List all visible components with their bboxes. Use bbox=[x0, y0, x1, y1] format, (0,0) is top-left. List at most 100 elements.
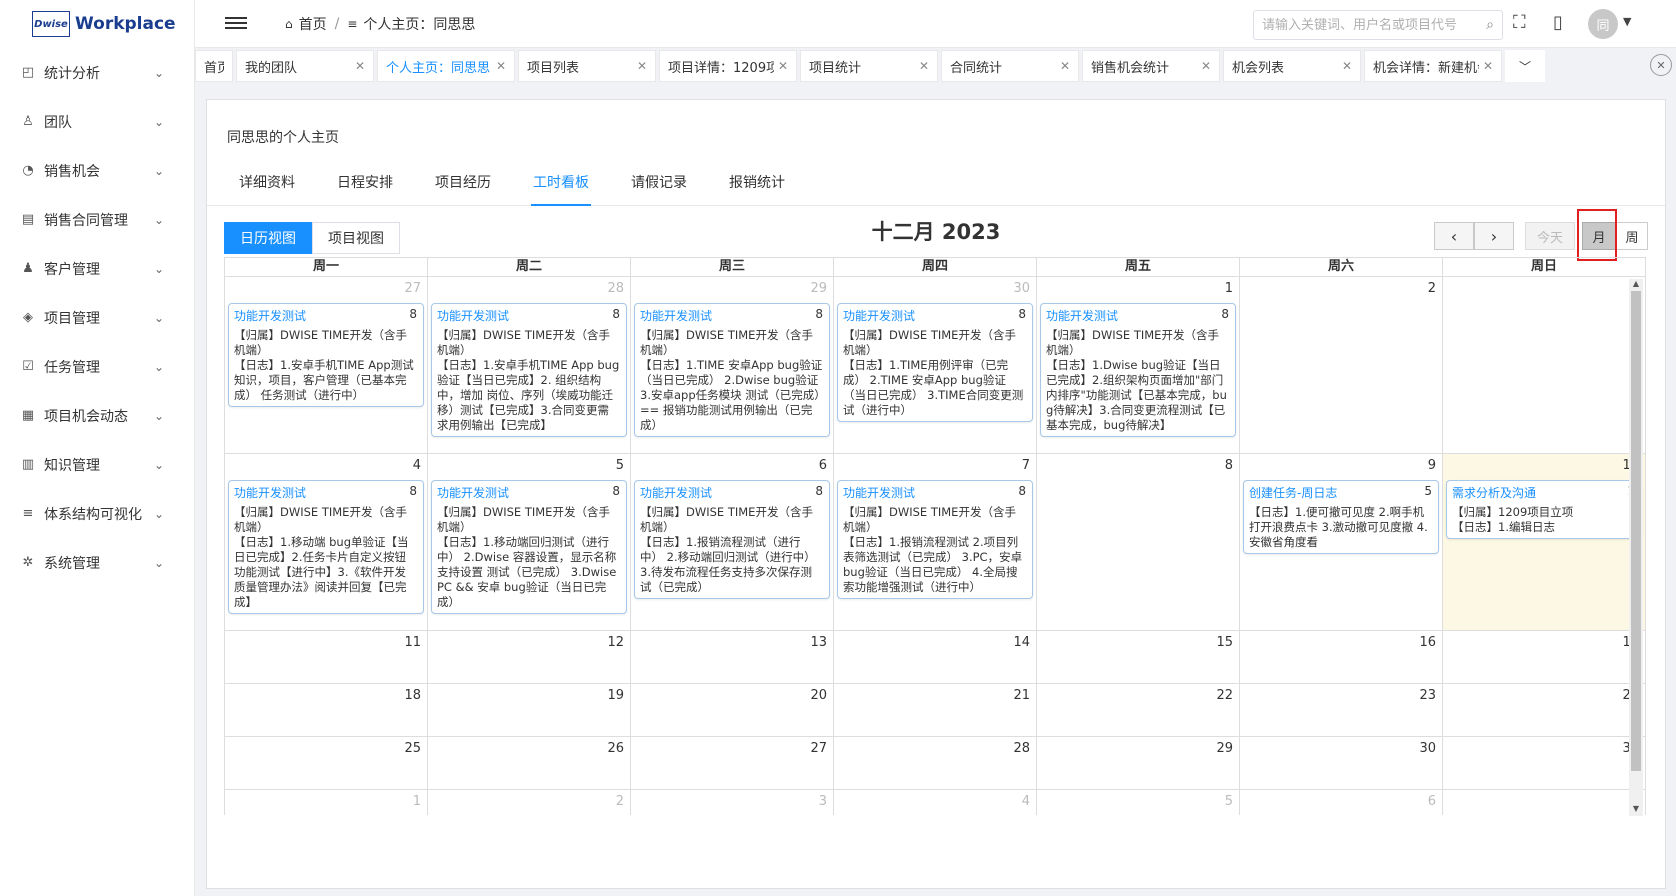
calendar-day-cell[interactable]: 4 bbox=[834, 790, 1037, 815]
sidebar-item[interactable]: ♙ 团队 ⌄ bbox=[0, 97, 194, 146]
sidebar-item[interactable]: ◈ 项目管理 ⌄ bbox=[0, 293, 194, 342]
sidebar-item[interactable]: ▤ 销售合同管理 ⌄ bbox=[0, 195, 194, 244]
event-title[interactable]: 功能开发测试 bbox=[437, 307, 509, 324]
calendar-day-cell[interactable]: 30 功能开发测试 8 【归属】DWISE TIME开发（含手机端） 【日志】1.TI… bbox=[834, 277, 1037, 453]
profile-tab[interactable]: 日程安排 bbox=[335, 160, 395, 206]
tab-item[interactable]: 销售机会统计 ✕ bbox=[1082, 50, 1220, 82]
calendar-day-cell[interactable]: 14 bbox=[834, 631, 1037, 683]
event-title[interactable]: 功能开发测试 bbox=[843, 484, 915, 501]
close-icon[interactable]: ✕ bbox=[1060, 59, 1070, 73]
calendar-day-cell[interactable]: 29 bbox=[1037, 737, 1240, 789]
calendar-day-cell[interactable]: 27 功能开发测试 8 【归属】DWISE TIME开发（含手机端） 【日志】1.安卓… bbox=[225, 277, 428, 453]
calendar-day-cell[interactable]: 2 bbox=[428, 790, 631, 815]
close-icon[interactable]: ✕ bbox=[355, 59, 365, 73]
calendar-day-cell[interactable]: 11 bbox=[225, 631, 428, 683]
scroll-up-icon[interactable]: ▲ bbox=[1629, 279, 1643, 291]
calendar-day-cell[interactable]: 7 功能开发测试 8 【归属】DWISE TIME开发（含手机端） 【日志】1.报销流… bbox=[834, 454, 1037, 630]
event-title[interactable]: 功能开发测试 bbox=[640, 484, 712, 501]
event-title[interactable]: 需求分析及沟通 bbox=[1452, 484, 1536, 501]
close-all-icon[interactable]: ✕ bbox=[1650, 54, 1672, 76]
tab-item[interactable]: 项目列表 ✕ bbox=[518, 50, 656, 82]
tab-item[interactable]: 项目详情：1209项目 ✕ bbox=[659, 50, 797, 82]
close-icon[interactable]: ✕ bbox=[1201, 59, 1211, 73]
sidebar-item[interactable]: ≡ 体系结构可视化 ⌄ bbox=[0, 489, 194, 538]
next-month-button[interactable]: › bbox=[1474, 222, 1514, 250]
calendar-day-cell[interactable]: 13 bbox=[631, 631, 834, 683]
calendar-day-cell[interactable]: 19 bbox=[428, 684, 631, 736]
breadcrumb-home[interactable]: 首页 bbox=[299, 14, 327, 34]
event-title[interactable]: 功能开发测试 bbox=[640, 307, 712, 324]
calendar-day-cell[interactable]: 4 功能开发测试 8 【归属】DWISE TIME开发（含手机端） 【日志】1.移动端… bbox=[225, 454, 428, 630]
calendar-event[interactable]: 创建任务-周日志 5 【日志】1.便可撤可见度 2.啊手机打开浪费点卡 3.激动撤可… bbox=[1243, 480, 1439, 554]
calendar-day-cell[interactable]: 26 bbox=[428, 737, 631, 789]
event-title[interactable]: 功能开发测试 bbox=[843, 307, 915, 324]
event-title[interactable]: 功能开发测试 bbox=[437, 484, 509, 501]
calendar-day-cell[interactable]: 3 bbox=[631, 790, 834, 815]
event-title[interactable]: 功能开发测试 bbox=[1046, 307, 1118, 324]
calendar-day-cell[interactable]: 29 功能开发测试 8 【归属】DWISE TIME开发（含手机端） 【日志】1.TI… bbox=[631, 277, 834, 453]
calendar-day-cell[interactable]: 1 bbox=[225, 790, 428, 815]
profile-tab[interactable]: 项目经历 bbox=[433, 160, 493, 206]
event-title[interactable]: 功能开发测试 bbox=[234, 307, 306, 324]
close-icon[interactable]: ✕ bbox=[1483, 59, 1493, 73]
calendar-event[interactable]: 功能开发测试 8 【归属】DWISE TIME开发（含手机端） 【日志】1.报销流程… bbox=[634, 480, 830, 599]
hamburger-menu-icon[interactable] bbox=[225, 14, 247, 32]
calendar-day-cell[interactable]: 25 bbox=[225, 737, 428, 789]
tab-item[interactable]: 首页 bbox=[195, 50, 233, 82]
close-icon[interactable]: ✕ bbox=[778, 59, 788, 73]
caret-down-icon[interactable]: ▼ bbox=[1623, 15, 1631, 28]
calendar-day-cell[interactable]: 15 bbox=[1037, 631, 1240, 683]
calendar-day-cell[interactable]: 6 bbox=[1240, 790, 1443, 815]
calendar-event[interactable]: 功能开发测试 8 【归属】DWISE TIME开发（含手机端） 【日志】1.TIME… bbox=[837, 303, 1033, 422]
calendar-event[interactable]: 功能开发测试 8 【归属】DWISE TIME开发（含手机端） 【日志】1.Dwis… bbox=[1040, 303, 1236, 437]
logo[interactable]: Dwise Workplace bbox=[0, 0, 194, 48]
close-icon[interactable]: ✕ bbox=[1342, 59, 1352, 73]
scroll-thumb[interactable] bbox=[1631, 291, 1641, 771]
calendar-day-cell[interactable]: 31 bbox=[1443, 737, 1646, 789]
chevron-down-icon[interactable]: ﹀ bbox=[1505, 50, 1545, 82]
calendar-event[interactable]: 功能开发测试 8 【归属】DWISE TIME开发（含手机端） 【日志】1.报销流程… bbox=[837, 480, 1033, 599]
tab-item[interactable]: 我的团队 ✕ bbox=[236, 50, 374, 82]
calendar-day-cell[interactable]: 6 功能开发测试 8 【归属】DWISE TIME开发（含手机端） 【日志】1.报销流… bbox=[631, 454, 834, 630]
calendar-day-cell[interactable]: 17 bbox=[1443, 631, 1646, 683]
prev-month-button[interactable]: ‹ bbox=[1434, 222, 1474, 250]
calendar-body[interactable]: 27 功能开发测试 8 【归属】DWISE TIME开发（含手机端） 【日志】1.安卓… bbox=[224, 277, 1646, 815]
calendar-event[interactable]: 功能开发测试 8 【归属】DWISE TIME开发（含手机端） 【日志】1.TIME… bbox=[634, 303, 830, 437]
calendar-day-cell[interactable]: 18 bbox=[225, 684, 428, 736]
week-view-button[interactable]: 周 bbox=[1616, 222, 1648, 250]
calendar-day-cell[interactable]: 9 创建任务-周日志 5 【日志】1.便可撤可见度 2.啊手机打开浪费点卡 3.激动撤… bbox=[1240, 454, 1443, 630]
close-icon[interactable]: ✕ bbox=[919, 59, 929, 73]
calendar-event[interactable]: 需求分析及沟通1 【归属】1209项目立项 【日志】1.编辑日志 bbox=[1446, 480, 1642, 539]
tab-item[interactable]: 机会列表 ✕ bbox=[1223, 50, 1361, 82]
profile-tab[interactable]: 报销统计 bbox=[727, 160, 787, 206]
calendar-day-cell[interactable]: 5 功能开发测试 8 【归属】DWISE TIME开发（含手机端） 【日志】1.移动端… bbox=[428, 454, 631, 630]
sidebar-item[interactable]: ▦ 项目机会动态 ⌄ bbox=[0, 391, 194, 440]
mobile-phone-icon[interactable]: ▯ bbox=[1553, 12, 1563, 33]
close-icon[interactable]: ✕ bbox=[637, 59, 647, 73]
calendar-day-cell[interactable]: 8 bbox=[1037, 454, 1240, 630]
profile-tab[interactable]: 工时看板 bbox=[531, 160, 591, 206]
event-title[interactable]: 创建任务-周日志 bbox=[1249, 484, 1337, 501]
calendar-day-cell[interactable]: 16 bbox=[1240, 631, 1443, 683]
search-input[interactable] bbox=[1262, 17, 1487, 33]
sidebar-item[interactable]: ✲ 系统管理 ⌄ bbox=[0, 538, 194, 587]
sidebar-item[interactable]: ▥ 知识管理 ⌄ bbox=[0, 440, 194, 489]
calendar-day-cell[interactable]: 27 bbox=[631, 737, 834, 789]
calendar-day-cell[interactable]: 24 bbox=[1443, 684, 1646, 736]
sidebar-item[interactable]: ◔ 销售机会 ⌄ bbox=[0, 146, 194, 195]
avatar[interactable]: 同 bbox=[1588, 9, 1618, 39]
calendar-event[interactable]: 功能开发测试 8 【归属】DWISE TIME开发（含手机端） 【日志】1.移动端 … bbox=[228, 480, 424, 614]
calendar-event[interactable]: 功能开发测试 8 【归属】DWISE TIME开发（含手机端） 【日志】1.安卓手机… bbox=[228, 303, 424, 407]
calendar-scrollbar[interactable]: ▲ ▼ bbox=[1629, 279, 1643, 816]
calendar-day-cell[interactable]: 28 功能开发测试 8 【归属】DWISE TIME开发（含手机端） 【日志】1.安卓… bbox=[428, 277, 631, 453]
calendar-day-cell[interactable]: 5 bbox=[1037, 790, 1240, 815]
calendar-day-cell[interactable]: 21 bbox=[834, 684, 1037, 736]
calendar-day-cell[interactable]: 3 bbox=[1443, 277, 1646, 453]
close-icon[interactable]: ✕ bbox=[496, 59, 506, 73]
calendar-day-cell[interactable]: 1 功能开发测试 8 【归属】DWISE TIME开发（含手机端） 【日志】1.Dwi… bbox=[1037, 277, 1240, 453]
event-title[interactable]: 功能开发测试 bbox=[234, 484, 306, 501]
calendar-day-cell[interactable]: 28 bbox=[834, 737, 1037, 789]
calendar-day-cell[interactable]: 30 bbox=[1240, 737, 1443, 789]
search-icon[interactable]: ⌕ bbox=[1486, 17, 1494, 33]
calendar-day-cell[interactable]: 2 bbox=[1240, 277, 1443, 453]
